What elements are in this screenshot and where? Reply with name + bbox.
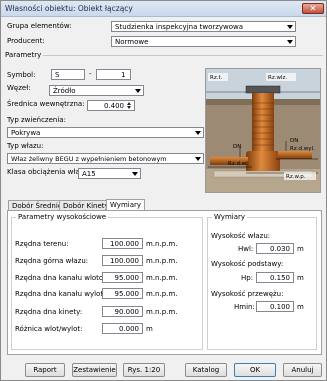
roznica-label: Różnica wlot/wylot: <box>15 325 83 333</box>
hp-unit: m <box>297 274 304 282</box>
producent-select[interactable]: Normowe <box>111 36 296 47</box>
close-icon: ✕ <box>309 4 317 13</box>
wysokosc-przewezu-label: Wysokość przewężu: <box>211 290 284 298</box>
unit-label: m.n.p.m. <box>146 308 178 316</box>
chevron-down-icon <box>287 25 293 29</box>
rzedna-kinety-input[interactable]: 90.000 <box>102 306 143 317</box>
katalog-button[interactable]: Katalog <box>185 363 227 377</box>
symbol-prefix-input[interactable]: S <box>51 69 85 80</box>
producent-label: Producent: <box>7 37 45 45</box>
grupa-select[interactable]: Studzienka inspekcyjna tworzywowa <box>111 21 296 32</box>
grupa-value: Studzienka inspekcyjna tworzywowa <box>115 23 244 31</box>
srednica-input[interactable]: 0.400 <box>87 100 135 111</box>
wysokosc-wlazu-label: Wysokość włazu: <box>211 232 271 240</box>
symbol-separator: - <box>89 70 92 78</box>
rzedna-kinety-label: Rzędna dna kinety: <box>15 308 83 316</box>
label-rz-w-p: Rz.w.p. <box>286 174 306 180</box>
rzedna-terenu-label: Rzędna terenu: <box>15 240 69 248</box>
symbol-number-input[interactable]: 1 <box>96 69 131 80</box>
srednica-label: Średnica wewnętrzna: <box>7 100 85 108</box>
srednica-value: 0.400 <box>103 102 124 110</box>
klasa-select[interactable]: A15 <box>78 168 141 179</box>
manhole-diagram: Rz.t. Rz.wlz. DN DN Rz.d.wyl. Rz.d.wl. R… <box>205 68 321 193</box>
typ-wlazu-label: Typ włazu: <box>7 142 44 150</box>
tab-panel: Parametry wysokościowe Rzędna terenu: 10… <box>7 210 322 355</box>
typ-zwienczenia-select[interactable]: Pokrywa <box>7 127 204 138</box>
label-rz-d-wyl: Rz.d.wyl. <box>290 146 315 152</box>
parametry-divider <box>43 55 323 56</box>
window-title: Własności obiektu: Obiekt łączący <box>5 4 133 13</box>
symbol-label: Symbol: <box>7 71 36 79</box>
zestawienie-button[interactable]: Zestawienie <box>72 363 117 377</box>
wysokosc-podstawy-label: Wysokość podstawy: <box>211 260 284 268</box>
rzedna-terenu-input[interactable]: 100.000 <box>102 238 143 249</box>
roznica-unit: m <box>146 325 153 333</box>
typ-wlazu-select[interactable]: Właz żeliwny BEGU z wypełnieniem betonow… <box>7 153 204 164</box>
hwl-unit: m <box>297 245 304 253</box>
wysokosci-title: Parametry wysokościowe <box>16 213 109 221</box>
grupa-label: Grupa elementów: <box>7 22 72 30</box>
hwl-input[interactable]: 0.030 <box>256 243 294 254</box>
unit-label: m.n.p.m. <box>146 290 178 298</box>
label-rz-wlz: Rz.wlz. <box>268 75 287 81</box>
typ-wlazu-value: Właz żeliwny BEGU z wypełnieniem betonow… <box>11 155 167 163</box>
hwl-label: Hwl: <box>238 245 254 253</box>
title-bar: Własności obiektu: Obiekt łączący ✕ <box>1 1 326 17</box>
hmin-input[interactable]: 0.100 <box>256 301 294 312</box>
label-rz-t: Rz.t. <box>210 75 223 81</box>
rzedna-wlot-input[interactable]: 95.000 <box>102 272 143 283</box>
rzedna-wylot-input[interactable]: 95.000 <box>102 288 143 299</box>
rys-button[interactable]: Rys. 1:20 <box>123 363 165 377</box>
parametry-title: Parametry <box>5 51 42 59</box>
unit-label: m.n.p.m. <box>146 240 178 248</box>
close-button[interactable]: ✕ <box>302 3 324 14</box>
typ-zwienczenia-value: Pokrywa <box>11 129 41 137</box>
chevron-down-icon <box>287 40 293 44</box>
label-dn-right: DN <box>290 138 298 144</box>
hmin-label: Hmin: <box>234 303 255 311</box>
wymiary-group: Wymiary Wysokość włazu: Hwl: 0.030 m Wys… <box>207 213 317 350</box>
hmin-unit: m <box>297 303 304 311</box>
klasa-value: A15 <box>82 170 96 178</box>
wezel-label: Węzeł: <box>7 84 31 92</box>
unit-label: m.n.p.m. <box>146 274 178 282</box>
wymiary-title: Wymiary <box>212 213 248 221</box>
properties-dialog: Własności obiektu: Obiekt łączący ✕ Grup… <box>0 0 327 381</box>
label-rz-d-wl: Rz.d.wl. <box>228 161 250 167</box>
anuluj-button[interactable]: Anuluj <box>283 363 322 377</box>
chevron-down-icon <box>195 157 201 161</box>
roznica-input[interactable]: 0.000 <box>102 323 143 334</box>
ok-button[interactable]: OK <box>234 363 276 377</box>
manhole-illustration: Rz.t. Rz.wlz. DN DN Rz.d.wyl. Rz.d.wl. R… <box>206 69 320 192</box>
hp-label: Hp: <box>241 274 254 282</box>
rzedna-gorna-wlazu-input[interactable]: 100.000 <box>102 255 143 266</box>
wysokosci-group: Parametry wysokościowe Rzędna terenu: 10… <box>11 213 203 350</box>
rzedna-gorna-wlazu-label: Rzędna górna włazu: <box>15 257 89 265</box>
chevron-down-icon <box>132 172 138 176</box>
raport-button[interactable]: Raport <box>25 363 65 377</box>
unit-label: m.n.p.m. <box>146 257 178 265</box>
chevron-down-icon <box>195 131 201 135</box>
label-dn-left: DN <box>233 144 241 150</box>
wezel-value: Źródło <box>53 87 76 95</box>
wezel-select[interactable]: Źródło <box>49 85 144 96</box>
spinner-icon[interactable] <box>126 102 133 109</box>
chevron-down-icon <box>135 89 141 93</box>
producent-value: Normowe <box>115 38 149 46</box>
hp-input[interactable]: 0.150 <box>256 272 294 283</box>
typ-zwienczenia-label: Typ zwieńczenia: <box>7 116 66 124</box>
